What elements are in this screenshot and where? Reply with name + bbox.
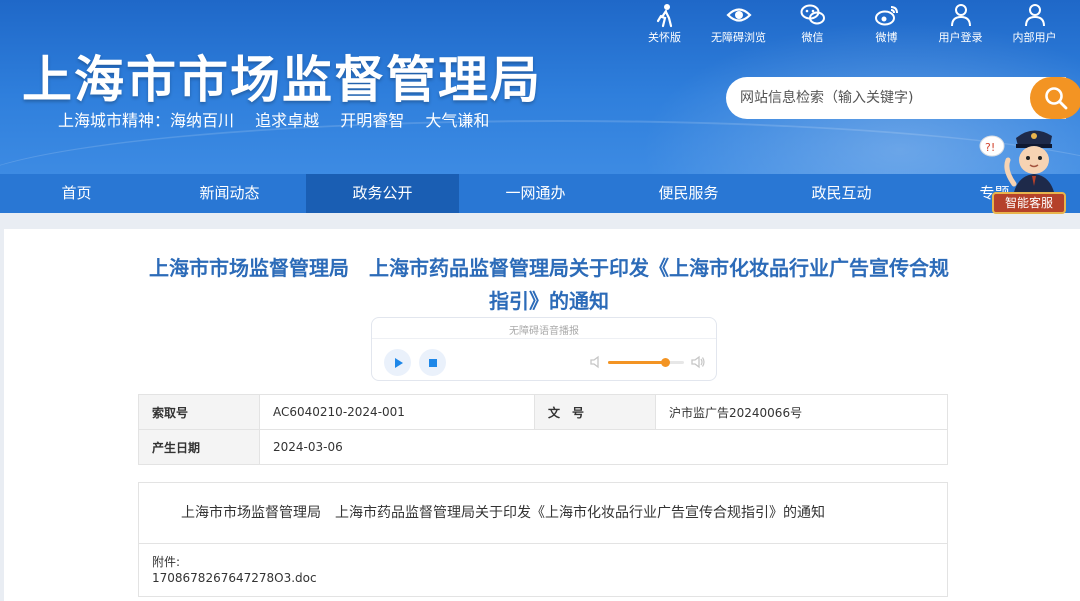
eye-icon: [725, 8, 752, 22]
tool-label: 用户登录: [938, 31, 983, 44]
article-title: 上海市市场监督管理局 上海市药品监督管理局关于印发《上海市化妆品行业广告宣传合规…: [149, 256, 949, 313]
article-metadata-table: 索取号 AC6040210-2024-001 文 号 沪市监广告20240066…: [138, 394, 948, 465]
player-divider: [372, 338, 716, 339]
elderly-care-icon: [656, 4, 672, 28]
spirit-part-4: 大气谦和: [425, 111, 490, 130]
audio-player: 无障碍语音播报: [371, 317, 717, 381]
tool-label: 无障碍浏览: [711, 31, 766, 44]
article-container: 上海市市场监督管理局 上海市药品监督管理局关于印发《上海市化妆品行业广告宣传合规…: [4, 229, 1080, 601]
nav-item-interaction[interactable]: 政民互动: [765, 174, 918, 213]
date-label: 产生日期: [138, 429, 260, 465]
stop-icon: [428, 358, 437, 367]
user-icon: [950, 4, 971, 27]
wechat-link[interactable]: 微信: [777, 2, 848, 45]
smart-assistant[interactable]: ?! 智能客服: [978, 124, 1080, 216]
nav-item-gov-affairs[interactable]: 政务公开: [306, 174, 459, 213]
article-body: 上海市市场监督管理局 上海市药品监督管理局关于印发《上海市化妆品行业广告宣传合规…: [138, 482, 948, 597]
site-title[interactable]: 上海市市场监督管理局: [22, 40, 542, 112]
spirit-part-2: 追求卓越: [255, 111, 320, 130]
user-icon: [1024, 4, 1045, 27]
player-caption: 无障碍语音播报: [509, 326, 579, 337]
tool-label: 微博: [875, 31, 898, 44]
play-icon: [394, 357, 403, 368]
play-button[interactable]: [384, 349, 411, 376]
spirit-part-1: 上海城市精神：海纳百川: [58, 111, 235, 130]
stop-button[interactable]: [419, 349, 446, 376]
volume-low-icon[interactable]: [589, 355, 603, 369]
article-body-text: 上海市市场监督管理局 上海市药品监督管理局关于印发《上海市化妆品行业广告宣传合规…: [181, 505, 825, 521]
accessibility-link[interactable]: 无障碍浏览: [703, 2, 774, 45]
internal-user-link[interactable]: 内部用户: [999, 2, 1070, 45]
search-icon: [1045, 87, 1068, 110]
doc-no-label: 文 号: [534, 394, 656, 430]
table-row: 索取号 AC6040210-2024-001 文 号 沪市监广告20240066…: [138, 394, 948, 430]
site-search: [726, 77, 1080, 119]
search-button[interactable]: [1030, 77, 1080, 119]
weibo-icon: [874, 6, 898, 26]
table-row: 产生日期 2024-03-06: [138, 429, 948, 465]
index-label: 索取号: [138, 394, 260, 430]
main-nav: 首页 新闻动态 政务公开 一网通办 便民服务 政民互动 专题: [0, 174, 1080, 213]
site-header: 上海市市场监督管理局 上海城市精神：海纳百川 追求卓越 开明睿智 大气谦和 关怀…: [0, 0, 1080, 174]
city-spirit-slogan: 上海城市精神：海纳百川 追求卓越 开明睿智 大气谦和: [58, 107, 505, 131]
volume-slider[interactable]: [608, 358, 684, 367]
wechat-icon: [800, 4, 825, 25]
svg-text:?!: ?!: [985, 141, 995, 154]
spirit-part-3: 开明睿智: [340, 111, 405, 130]
nav-item-news[interactable]: 新闻动态: [153, 174, 306, 213]
care-version-link[interactable]: 关怀版: [629, 2, 700, 45]
body-divider: [139, 543, 947, 544]
date-value: 2024-03-06: [259, 429, 948, 465]
volume-knob[interactable]: [661, 358, 670, 367]
volume-high-icon[interactable]: [690, 355, 706, 369]
search-input[interactable]: [726, 77, 1066, 119]
tool-label: 内部用户: [1012, 31, 1057, 44]
weibo-link[interactable]: 微博: [851, 2, 922, 45]
index-value: AC6040210-2024-001: [259, 394, 535, 430]
volume-fill: [608, 361, 665, 364]
user-login-link[interactable]: 用户登录: [925, 2, 996, 45]
nav-item-home[interactable]: 首页: [0, 174, 153, 213]
doc-no-value: 沪市监广告20240066号: [655, 394, 948, 430]
assistant-label: 智能客服: [992, 192, 1066, 214]
nav-item-online-services[interactable]: 一网通办: [459, 174, 612, 213]
attachment-link[interactable]: 1708678267647278O3.doc: [152, 571, 317, 585]
nav-item-public-services[interactable]: 便民服务: [612, 174, 765, 213]
tool-label: 关怀版: [648, 31, 681, 44]
top-toolbar: 关怀版 无障碍浏览 微信 微博 用户登录 内部用户: [629, 2, 1070, 45]
tool-label: 微信: [801, 31, 824, 44]
attachment-label: 附件:: [152, 555, 181, 569]
